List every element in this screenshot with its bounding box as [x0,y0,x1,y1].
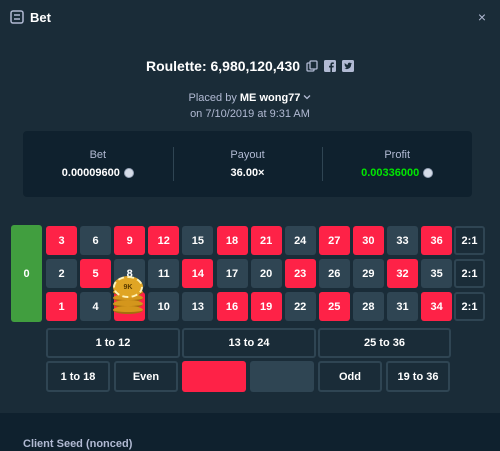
bet-19-to-36[interactable]: 19 to 36 [386,361,450,392]
number-34[interactable]: 34 [421,292,453,321]
column-bet-row_top[interactable]: 2:1 [454,226,485,255]
number-1[interactable]: 1 [46,292,77,321]
number-5[interactable]: 5 [80,259,112,288]
number-31[interactable]: 31 [387,292,418,321]
column-bet-row_mid[interactable]: 2:1 [454,259,485,288]
bet-odd[interactable]: Odd [318,361,382,392]
number-4[interactable]: 4 [80,292,112,321]
number-26[interactable]: 26 [318,259,350,288]
number-36[interactable]: 36 [421,226,453,255]
number-29[interactable]: 29 [352,259,384,288]
client-seed-label: Client Seed (nonced) [23,438,133,450]
bet-1-to-18[interactable]: 1 to 18 [46,361,110,392]
number-18[interactable]: 18 [216,226,248,255]
number-11[interactable]: 11 [148,259,180,288]
number-3[interactable]: 3 [46,226,77,255]
number-19[interactable]: 19 [250,292,282,321]
number-32[interactable]: 32 [387,259,418,288]
number-33[interactable]: 33 [387,226,418,255]
number-27[interactable]: 27 [318,226,350,255]
number-17[interactable]: 17 [216,259,248,288]
number-30[interactable]: 30 [352,226,384,255]
dozen-bet-3[interactable]: 25 to 36 [318,328,451,358]
bet-red[interactable] [182,361,246,392]
number-28[interactable]: 28 [352,292,384,321]
number-9[interactable]: 9 [114,226,146,255]
number-20[interactable]: 20 [250,259,282,288]
number-35[interactable]: 35 [421,259,453,288]
number-6[interactable]: 6 [80,226,112,255]
number-13[interactable]: 13 [182,292,214,321]
dozen-bet-1[interactable]: 1 to 12 [46,328,180,358]
number-24[interactable]: 24 [284,226,316,255]
number-10[interactable]: 10 [148,292,180,321]
column-bet-row_bot[interactable]: 2:1 [454,292,485,321]
roulette-board: 0 3 6 9 12 15 18 21 24 27 30 33 36 2:1 2 5 8 11 14 17 20 23 26… [0,0,500,451]
number-2[interactable]: 2 [46,259,77,288]
number-12[interactable]: 12 [148,226,180,255]
number-22[interactable]: 22 [284,292,316,321]
bet-even[interactable]: Even [114,361,178,392]
number-15[interactable]: 15 [182,226,214,255]
number-21[interactable]: 21 [250,226,282,255]
bet-black[interactable] [250,361,314,392]
dozen-bet-2[interactable]: 13 to 24 [182,328,316,358]
number-zero[interactable]: 0 [11,225,42,322]
number-14[interactable]: 14 [182,259,214,288]
number-25[interactable]: 25 [318,292,350,321]
number-16[interactable]: 16 [216,292,248,321]
number-23[interactable]: 23 [284,259,316,288]
chip-label: 9K [123,283,133,291]
bet-chip: 9K [113,276,143,298]
